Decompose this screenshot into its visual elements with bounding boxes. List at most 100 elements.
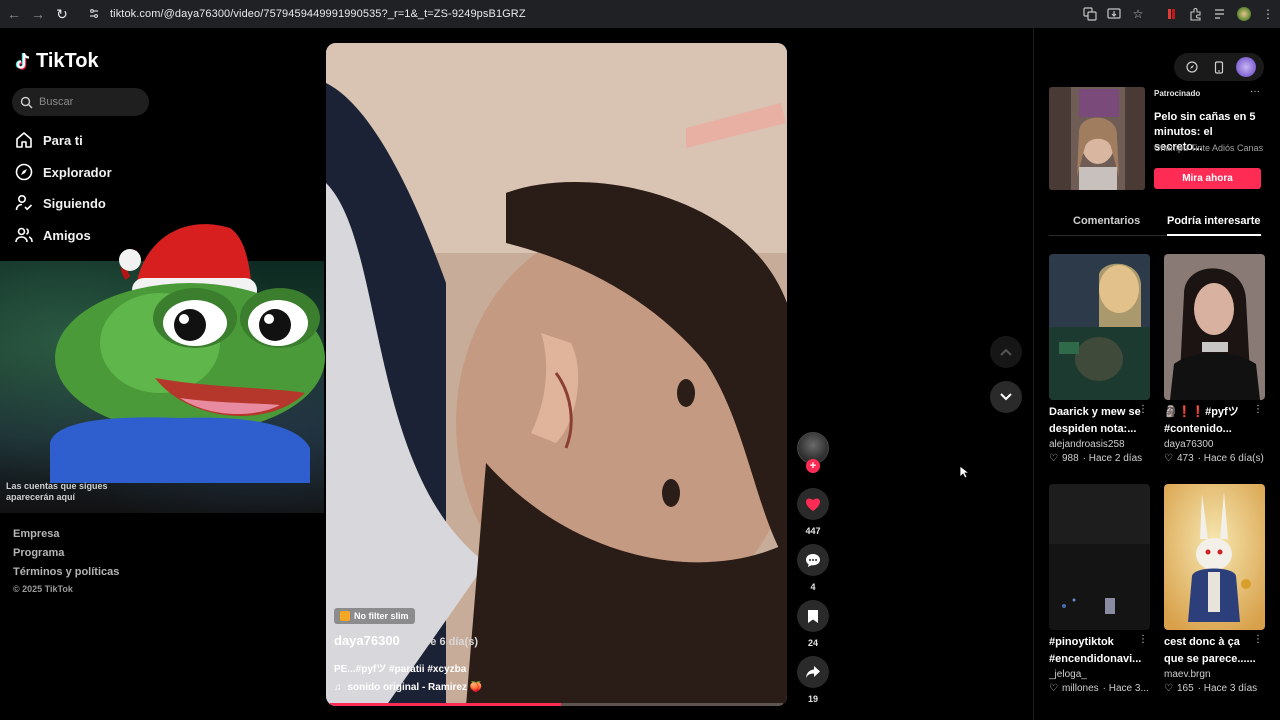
extensions-puzzle-icon[interactable] xyxy=(1184,0,1208,28)
logo-text: TikTok xyxy=(36,50,99,72)
effect-badge[interactable]: No filter slim xyxy=(334,608,415,624)
nav-item-explore[interactable]: Explorador xyxy=(15,163,112,181)
browser-tools: ☆ ⋮ xyxy=(1078,0,1280,28)
card-author[interactable]: maev.brgn xyxy=(1164,669,1265,680)
search-placeholder: Buscar xyxy=(39,96,74,108)
author-username[interactable]: daya76300 xyxy=(334,633,400,648)
pepe-santa-emote-icon xyxy=(50,224,325,483)
card-more-icon[interactable]: ⋮ xyxy=(1138,404,1148,415)
site-info-icon[interactable] xyxy=(86,6,102,22)
card-more-icon[interactable]: ⋮ xyxy=(1253,404,1263,415)
home-icon xyxy=(15,131,33,149)
nav-label: Explorador xyxy=(43,164,112,180)
install-app-icon[interactable] xyxy=(1102,0,1126,28)
search-icon xyxy=(20,96,33,108)
card-meta: ♡ 165 · Hace 3 días xyxy=(1164,683,1265,694)
reload-icon[interactable]: ↻ xyxy=(50,0,74,28)
tab-comments[interactable]: Comentarios xyxy=(1073,210,1140,236)
card-title: 🗿❗❗#pyfツ #contenido... xyxy=(1164,406,1239,435)
video-progress-bar[interactable] xyxy=(330,703,783,706)
ad-thumbnail[interactable] xyxy=(1049,87,1145,190)
profile-avatar[interactable] xyxy=(1236,57,1257,77)
browser-toolbar: ← → ↻ tiktok.com/@daya76300/video/757945… xyxy=(0,0,1280,28)
comment-button[interactable] xyxy=(797,544,829,576)
like-count: 447 xyxy=(805,526,821,536)
ad-brand[interactable]: Champú Tinte Adiós Canas xyxy=(1154,143,1263,153)
profile-avatar-icon[interactable] xyxy=(1232,0,1256,28)
card-thumbnail[interactable] xyxy=(1049,484,1150,630)
url-text: tiktok.com/@daya76300/video/757945944999… xyxy=(110,8,526,20)
footer-link-terms[interactable]: Términos y políticas xyxy=(13,566,119,578)
card-likes: 165 xyxy=(1176,683,1194,694)
back-icon[interactable]: ← xyxy=(2,0,26,28)
share-button[interactable] xyxy=(797,656,829,688)
following-empty-note: Las cuentas que sigues aparecerán aquí xyxy=(6,481,108,502)
left-sidebar: TikTok Buscar Para ti Explorador Siguien… xyxy=(0,28,325,720)
video-time: · Hace 6 día(s) xyxy=(403,636,478,648)
heart-outline-icon: ♡ xyxy=(1049,683,1058,694)
previous-video-button[interactable] xyxy=(990,336,1022,368)
search-input[interactable]: Buscar xyxy=(12,88,149,116)
bookmark-star-icon[interactable]: ☆ xyxy=(1126,0,1150,28)
ad-more-icon[interactable]: ··· xyxy=(1250,86,1260,97)
sound-name: sonido original - Ramirez 🍑 xyxy=(347,682,483,693)
card-thumbnail[interactable] xyxy=(1164,484,1265,630)
card-thumbnail[interactable] xyxy=(1049,254,1150,400)
heart-outline-icon: ♡ xyxy=(1164,683,1173,694)
next-video-button[interactable] xyxy=(990,381,1022,413)
card-title: cest donc à ça que se parece...... xyxy=(1164,636,1256,665)
friends-icon xyxy=(15,226,33,244)
translate-icon[interactable] xyxy=(1078,0,1102,28)
top-right-toolbar xyxy=(1174,53,1264,81)
media-controls-icon[interactable] xyxy=(1208,0,1232,28)
heart-outline-icon: ♡ xyxy=(1049,453,1058,464)
footer-link-company[interactable]: Empresa xyxy=(13,528,59,540)
card-likes: 473 xyxy=(1176,453,1194,464)
recommended-card[interactable]: Daarick y mew se despiden nota:... ⋮ ale… xyxy=(1049,254,1150,464)
recommended-card[interactable]: #pinoytiktok #encendidonavi... ⋮ _jeloga… xyxy=(1049,484,1150,694)
ad-sponsored-label: Patrocinado xyxy=(1154,89,1201,98)
forward-icon[interactable]: → xyxy=(26,0,50,28)
share-arrow-icon xyxy=(806,666,820,678)
video-progress-fill xyxy=(330,703,562,706)
recommended-card[interactable]: 🗿❗❗#pyfツ #contenido... ⋮ daya76300 ♡ 473… xyxy=(1164,254,1265,464)
effect-icon xyxy=(340,611,350,621)
card-more-icon[interactable]: ⋮ xyxy=(1138,634,1148,645)
card-time: · Hace 6 día(s) xyxy=(1197,453,1264,464)
follow-plus-icon[interactable]: + xyxy=(806,459,820,473)
footer-link-program[interactable]: Programa xyxy=(13,547,64,559)
extension-icon-red[interactable] xyxy=(1160,0,1184,28)
heart-outline-icon: ♡ xyxy=(1164,453,1173,464)
mouse-cursor-icon xyxy=(959,465,969,479)
comment-icon xyxy=(806,553,820,567)
effect-label: No filter slim xyxy=(354,611,409,621)
like-button[interactable] xyxy=(797,488,829,520)
card-author[interactable]: alejandroasis258 xyxy=(1049,439,1150,450)
music-note-icon: ♫ xyxy=(334,682,342,693)
tiktok-logo-icon xyxy=(15,52,30,70)
address-bar[interactable]: tiktok.com/@daya76300/video/757945944999… xyxy=(80,3,1138,25)
browser-menu-icon[interactable]: ⋮ xyxy=(1256,0,1280,28)
video-sound[interactable]: ♫ sonido original - Ramirez 🍑 xyxy=(334,682,482,693)
card-author[interactable]: _jeloga_ xyxy=(1049,669,1150,680)
card-title: Daarick y mew se despiden nota:... xyxy=(1049,406,1141,435)
ad-cta-button[interactable]: Mira ahora xyxy=(1154,168,1261,189)
comment-count: 4 xyxy=(810,582,816,592)
card-more-icon[interactable]: ⋮ xyxy=(1253,634,1263,645)
video-caption[interactable]: PE...#pyfツ #paratii #xcyzba xyxy=(334,660,466,675)
chevron-down-icon xyxy=(1000,393,1012,401)
card-thumbnail[interactable] xyxy=(1164,254,1265,400)
save-button[interactable] xyxy=(797,600,829,632)
card-title: #pinoytiktok #encendidonavi... xyxy=(1049,636,1141,665)
tab-you-may-like[interactable]: Podría interesarte xyxy=(1167,210,1261,236)
nav-item-for-you[interactable]: Para ti xyxy=(15,131,83,149)
save-count: 24 xyxy=(807,638,818,648)
card-likes: millones xyxy=(1061,683,1099,694)
explore-compass-icon[interactable] xyxy=(1182,57,1202,77)
phone-app-icon[interactable] xyxy=(1209,57,1229,77)
recommended-card[interactable]: cest donc à ça que se parece...... ⋮ mae… xyxy=(1164,484,1265,694)
video-player[interactable]: No filter slim daya76300 · Hace 6 día(s)… xyxy=(326,43,787,706)
following-icon xyxy=(15,194,33,212)
tiktok-logo[interactable]: TikTok xyxy=(14,50,99,73)
card-author[interactable]: daya76300 xyxy=(1164,439,1265,450)
